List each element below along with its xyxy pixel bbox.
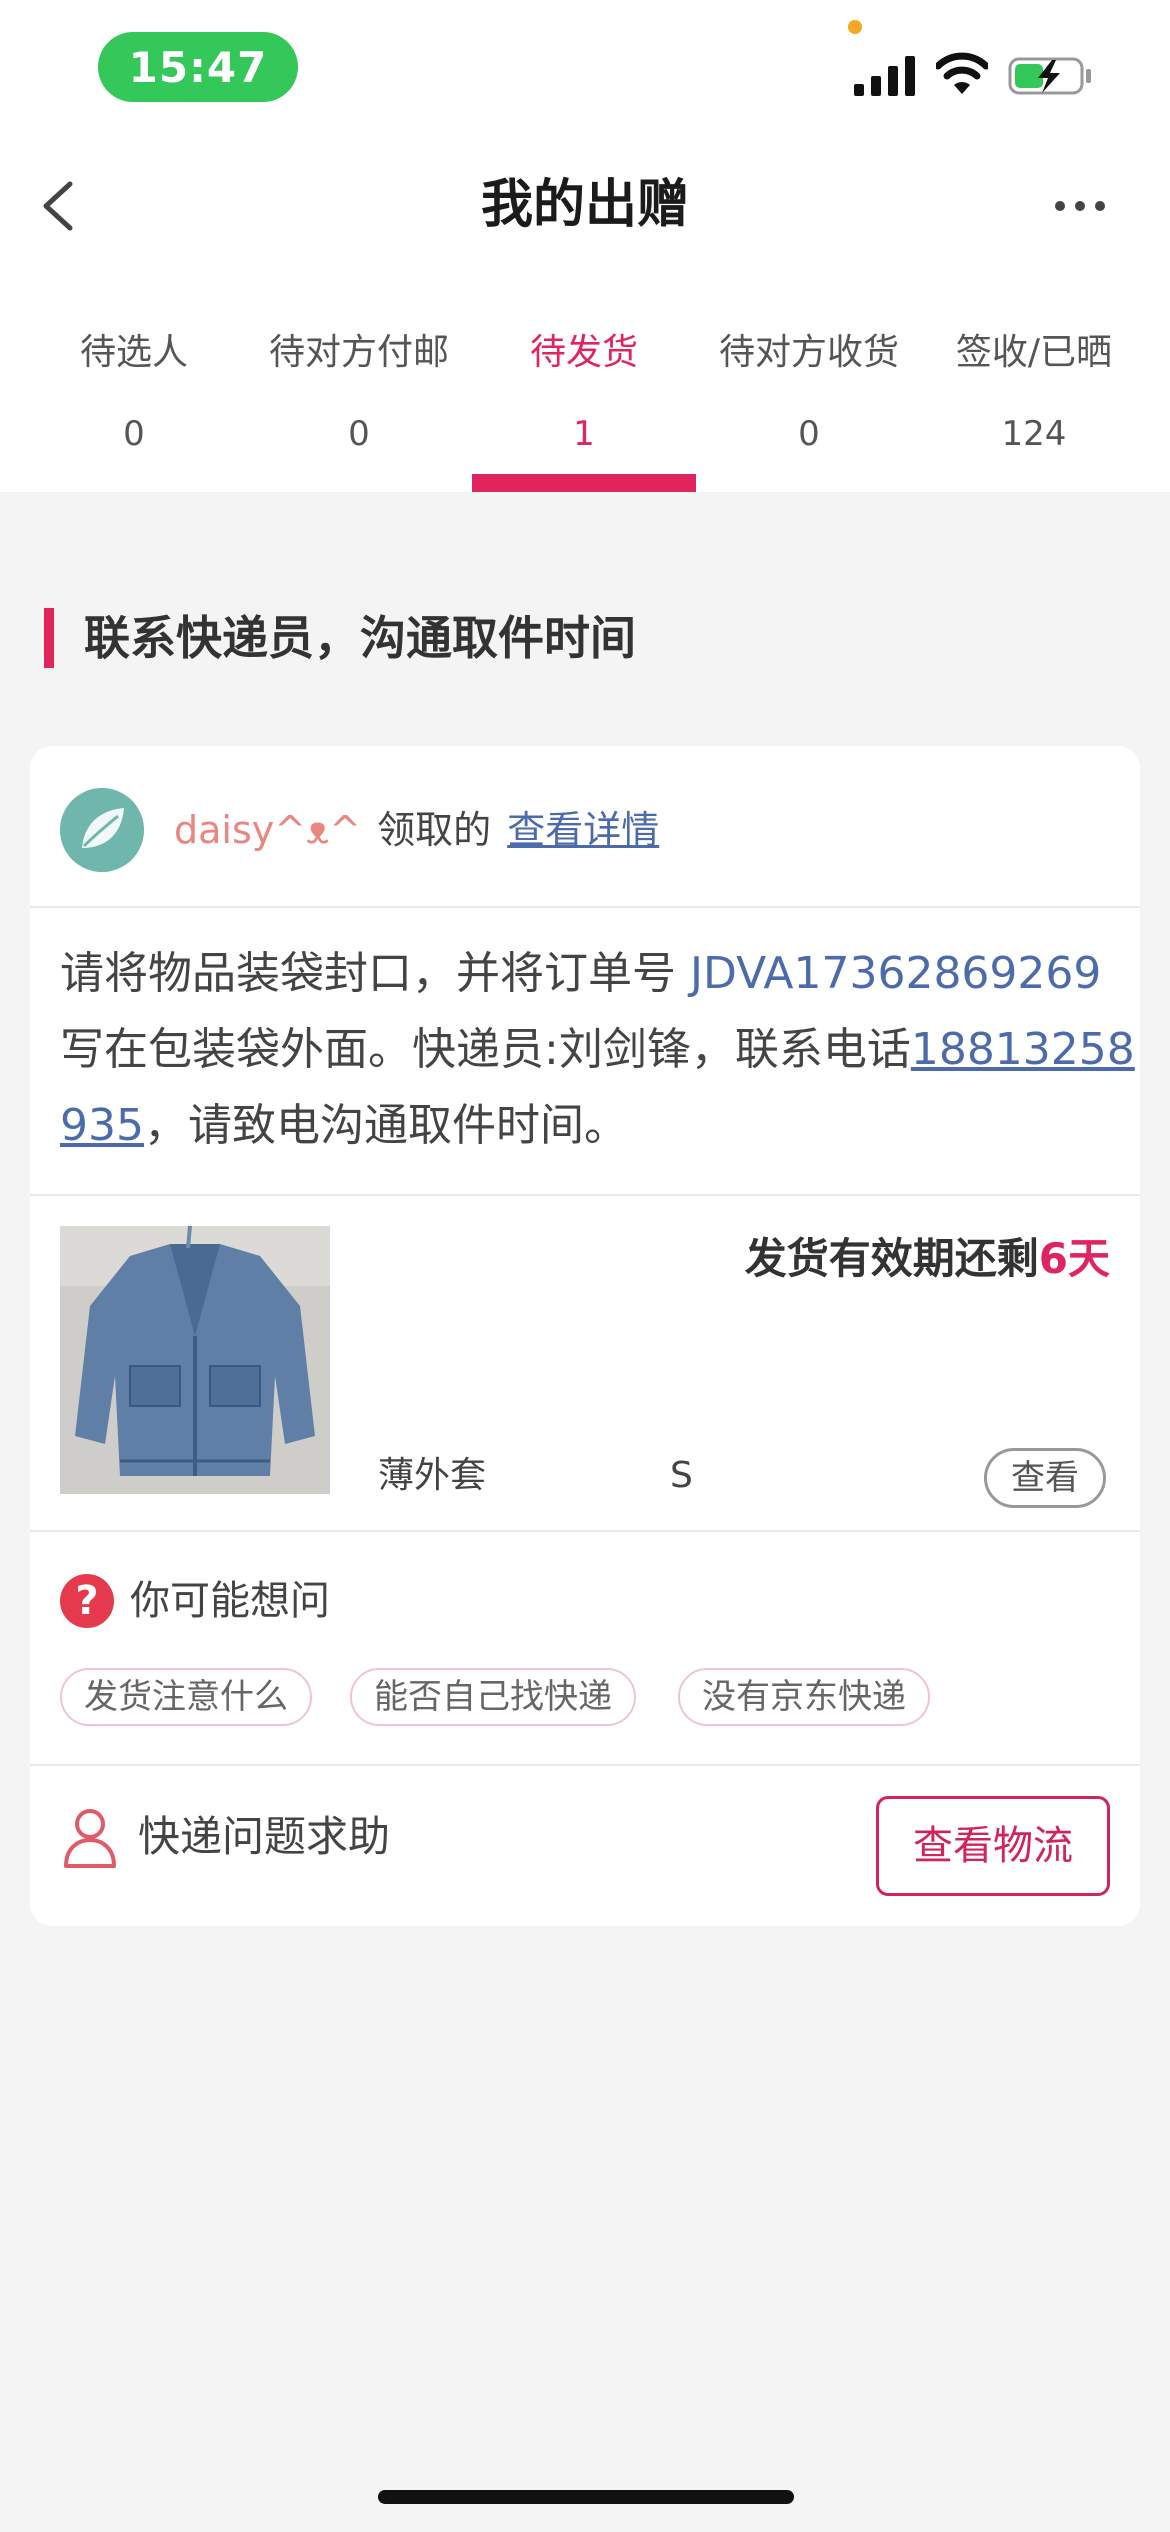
leaf-logo-icon xyxy=(60,788,144,872)
status-time: 15:47 xyxy=(98,32,298,102)
divider xyxy=(30,1194,1140,1196)
privacy-indicator-dot xyxy=(848,20,862,34)
instruction-text: 请将物品装袋封口，并将订单号 xyxy=(60,948,690,999)
divider xyxy=(30,906,1140,908)
order-number: JDVA17362869269 xyxy=(690,948,1102,999)
instruction-text: 写在包装袋外面。快递员:刘剑锋，联系电话 xyxy=(60,1024,911,1075)
section-title: 联系快递员，沟通取件时间 xyxy=(84,611,636,665)
page-title: 我的出赠 xyxy=(480,175,689,235)
claimer-suffix: 领取的 xyxy=(377,808,492,852)
product-image[interactable] xyxy=(60,1226,330,1494)
person-icon xyxy=(64,1809,116,1868)
view-product-button[interactable]: 查看 xyxy=(984,1448,1106,1508)
signal-icon xyxy=(854,56,915,96)
tab-label: 签收/已晒 xyxy=(955,332,1113,373)
deadline-prefix: 发货有效期还剩 xyxy=(744,1234,1039,1283)
product-size: S xyxy=(670,1455,693,1496)
tab-label: 待发货 xyxy=(529,332,638,373)
deadline-days: 6天 xyxy=(1038,1234,1110,1283)
tab-pending-postage[interactable]: 待对方付邮 0 xyxy=(247,318,471,492)
tab-count: 0 xyxy=(123,414,145,454)
avatar[interactable] xyxy=(60,788,144,872)
claimer-name[interactable]: daisy^ᴥ^ xyxy=(174,808,361,852)
order-card: daisy^ᴥ^ 领取的 查看详情 请将物品装袋封口，并将订单号 JDVA173… xyxy=(30,746,1140,1926)
divider xyxy=(30,1530,1140,1532)
tab-count: 0 xyxy=(798,414,820,454)
tab-count: 124 xyxy=(1001,414,1067,454)
view-logistics-button[interactable]: 查看物流 xyxy=(876,1796,1110,1896)
tab-pending-select[interactable]: 待选人 0 xyxy=(22,318,246,492)
top-area: 15:47 我的出赠 待选人 0 待对方付邮 0 待发货 1 待对方收货 0 签… xyxy=(0,0,1170,492)
section-accent-bar xyxy=(44,608,54,668)
wifi-icon xyxy=(936,52,988,94)
more-button[interactable] xyxy=(1050,180,1110,230)
faq-chip-shipping-notes[interactable]: 发货注意什么 xyxy=(60,1668,312,1726)
faq-title: 你可能想问 xyxy=(130,1578,330,1624)
divider xyxy=(30,1764,1140,1766)
tab-received-shared[interactable]: 签收/已晒 124 xyxy=(922,318,1146,492)
view-details-link[interactable]: 查看详情 xyxy=(507,808,659,852)
instruction-text: ，请致电沟通取件时间。 xyxy=(143,1100,628,1151)
status-tabs: 待选人 0 待对方付邮 0 待发货 1 待对方收货 0 签收/已晒 124 xyxy=(0,318,1170,492)
shipping-deadline: 发货有效期还剩6天 xyxy=(745,1224,1110,1294)
denim-jacket-image xyxy=(60,1226,330,1494)
battery-charging-icon xyxy=(1008,57,1091,95)
question-icon: ? xyxy=(60,1574,114,1628)
tab-label: 待对方付邮 xyxy=(268,332,449,373)
product-type: 薄外套 xyxy=(378,1455,487,1496)
tab-count: 1 xyxy=(573,414,595,454)
home-indicator xyxy=(378,2490,794,2504)
courier-help-link[interactable]: 快递问题求助 xyxy=(138,1804,390,1870)
active-tab-indicator xyxy=(472,474,696,492)
claimer-line: daisy^ᴥ^ 领取的 查看详情 xyxy=(174,790,659,870)
tab-pending-ship[interactable]: 待发货 1 xyxy=(472,318,696,492)
tab-pending-receive[interactable]: 待对方收货 0 xyxy=(697,318,921,492)
faq-chip-no-jd-express[interactable]: 没有京东快递 xyxy=(678,1668,930,1726)
tab-label: 待对方收货 xyxy=(718,332,899,373)
tab-label: 待选人 xyxy=(79,332,188,373)
faq-chip-own-courier[interactable]: 能否自己找快递 xyxy=(350,1668,636,1726)
tab-count: 0 xyxy=(348,414,370,454)
shipping-instruction: 请将物品装袋封口，并将订单号 JDVA17362869269 写在包装袋外面。快… xyxy=(60,936,1140,1164)
